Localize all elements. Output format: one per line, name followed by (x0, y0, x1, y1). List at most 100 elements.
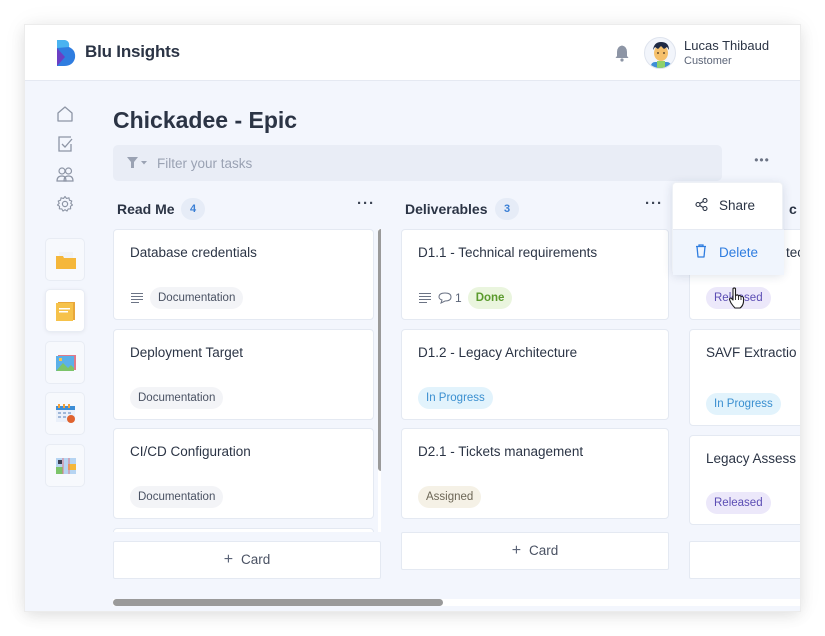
menu-item-label: Delete (719, 245, 759, 260)
board-more-button[interactable]: ••• (753, 154, 771, 169)
status-badge: Released (706, 492, 771, 514)
image-app-icon[interactable] (45, 341, 85, 384)
comment-count-value: 1 (455, 291, 462, 305)
card[interactable]: Deployment Target Documentation (113, 329, 374, 420)
card-title: D2.1 - Tickets management (418, 444, 584, 459)
share-icon (695, 198, 708, 211)
card-meta: Assigned (418, 486, 482, 508)
card[interactable]: CI/CD Configuration Documentation (113, 428, 374, 519)
folder-icon (56, 252, 76, 269)
add-card-button[interactable] (689, 541, 800, 579)
hand-pointer-cursor-icon (728, 287, 745, 309)
users-icon[interactable] (56, 165, 74, 183)
add-card-button[interactable]: + Card (113, 541, 381, 579)
card-title: CI/CD Configuration (130, 444, 251, 459)
avatar[interactable] (644, 37, 676, 69)
card-title: Database credentials (130, 245, 257, 260)
user-name[interactable]: Lucas Thibaud (684, 38, 769, 53)
tag-badge: Documentation (150, 287, 244, 309)
notes-app-icon[interactable] (45, 289, 85, 332)
home-icon[interactable] (56, 105, 74, 123)
description-icon (419, 293, 431, 303)
app-window: Blu Insights Lucas Thibaud Customer Chic… (25, 25, 800, 611)
card-title: SAVF Extractio (706, 345, 797, 360)
column-more-button[interactable]: ··· (355, 196, 377, 217)
notes-icon (56, 302, 75, 321)
add-card-label: Card (241, 552, 271, 567)
card-meta: In Progress (706, 393, 781, 415)
image-icon (56, 355, 76, 371)
horizontal-scrollbar-thumb[interactable] (113, 599, 443, 606)
column-count-badge: 3 (495, 198, 519, 220)
status-badge: Assigned (418, 486, 482, 508)
column-title: c (789, 201, 797, 217)
card-title: Legacy Assess (706, 451, 797, 466)
blu-insights-logo[interactable] (56, 39, 76, 67)
column-read-me: Read Me 4 ··· Database credentials Docum… (113, 195, 381, 585)
plus-icon: + (223, 551, 234, 568)
brand-name: Blu Insights (85, 42, 180, 61)
tag-badge: Documentation (130, 387, 224, 409)
card-meta: 1 Done (418, 287, 513, 309)
bell-icon[interactable] (614, 44, 630, 62)
trash-icon (696, 244, 706, 258)
card-title: tec (786, 245, 800, 260)
comment-count: 1 (438, 291, 462, 305)
card-title: D1.2 - Legacy Architecture (418, 345, 578, 360)
card-title: D1.1 - Technical requirements (418, 245, 598, 260)
filter-bar (113, 145, 722, 181)
status-badge: Done (467, 287, 513, 309)
plus-icon: + (511, 542, 522, 559)
status-badge: In Progress (418, 387, 493, 409)
column-count-badge: 4 (181, 198, 205, 220)
card-meta: In Progress (418, 387, 493, 409)
column-more-button[interactable]: ··· (643, 196, 665, 217)
description-icon (131, 293, 143, 303)
card[interactable]: SAVF Extractio In Progress (689, 329, 800, 426)
card[interactable]: D2.1 - Tickets management Assigned (401, 428, 669, 519)
status-badge: In Progress (706, 393, 781, 415)
card[interactable]: Legacy Assess Released (689, 435, 800, 525)
vertical-scrollbar-thumb[interactable] (378, 229, 381, 471)
card[interactable]: D1.2 - Legacy Architecture In Progress (401, 329, 669, 420)
card-meta: Documentation (130, 287, 244, 309)
card-meta: Documentation (130, 387, 224, 409)
column-header: Read Me 4 ··· (113, 195, 381, 225)
card-list: tec Released SAVF Extractio In Progress … (689, 229, 800, 549)
card-meta: Released (706, 492, 771, 514)
column-title: Deliverables (405, 201, 488, 217)
tag-badge: Documentation (130, 486, 224, 508)
calendar-icon (56, 404, 75, 423)
page-title: Chickadee - Epic (113, 107, 298, 133)
map-icon (56, 458, 76, 474)
map-app-icon[interactable] (45, 444, 85, 487)
card-title: Deployment Target (130, 345, 244, 360)
menu-item-share[interactable]: Share (673, 183, 784, 229)
top-bar: Blu Insights Lucas Thibaud Customer (25, 25, 800, 81)
filter-input[interactable] (157, 145, 707, 181)
checkbox-icon[interactable] (56, 135, 74, 153)
avatar-image (651, 42, 671, 68)
card[interactable] (113, 528, 374, 532)
card[interactable]: D1.1 - Technical requirements 1 Done (401, 229, 669, 320)
menu-item-label: Share (719, 198, 756, 213)
add-card-label: Card (529, 543, 559, 558)
comment-icon (438, 292, 452, 304)
folder-app-icon[interactable] (45, 238, 85, 281)
card-meta: Documentation (130, 486, 224, 508)
column-title: Read Me (117, 201, 175, 217)
user-role: Customer (684, 55, 732, 67)
column-deliverables: Deliverables 3 ··· D1.1 - Technical requ… (401, 195, 669, 585)
filter-icon[interactable] (127, 157, 151, 169)
gear-icon[interactable] (56, 195, 74, 213)
calendar-app-icon[interactable] (45, 392, 85, 435)
horizontal-scrollbar[interactable] (113, 599, 800, 606)
column-context-menu: Share Delete (672, 182, 784, 275)
add-card-button[interactable]: + Card (401, 532, 669, 570)
column-header: Deliverables 3 ··· (401, 195, 669, 225)
vertical-scrollbar[interactable] (378, 229, 381, 532)
card-list: Database credentials Documentation Deplo… (113, 229, 381, 532)
card-list: D1.1 - Technical requirements 1 Done D1. (401, 229, 669, 529)
card[interactable]: Database credentials Documentation (113, 229, 374, 320)
menu-item-delete[interactable]: Delete (673, 229, 784, 275)
